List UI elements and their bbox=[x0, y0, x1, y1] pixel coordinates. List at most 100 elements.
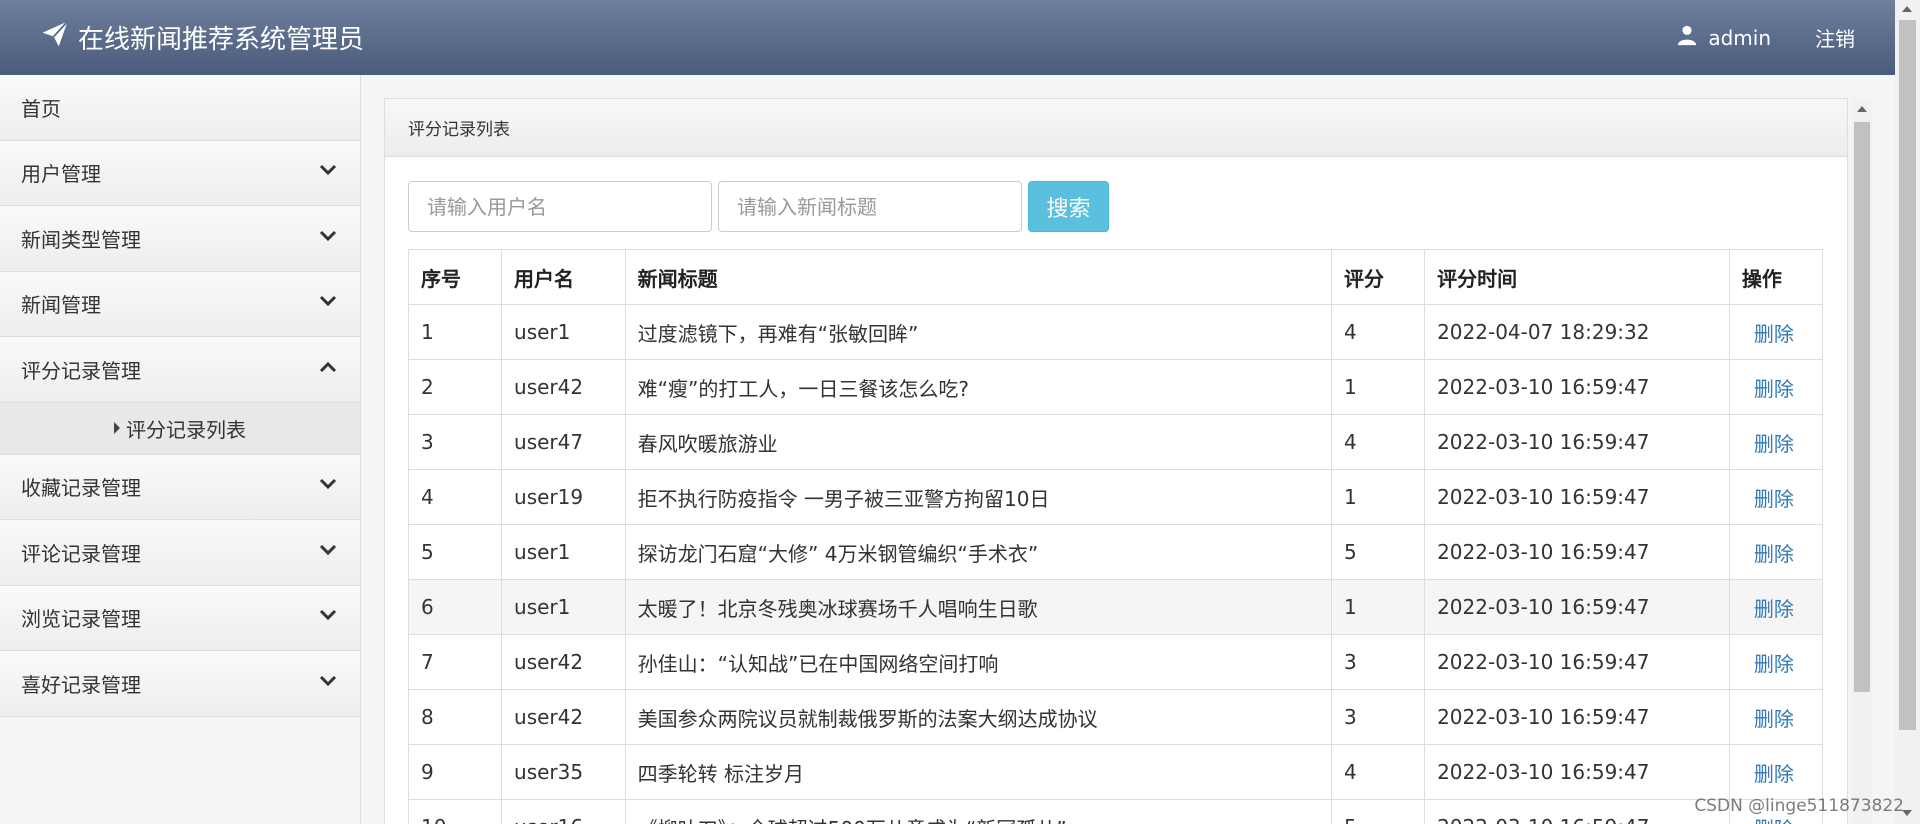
delete-link[interactable]: 删除 bbox=[1728, 689, 1824, 745]
delete-link[interactable]: 删除 bbox=[1728, 524, 1824, 580]
sidebar-item-rating-management[interactable]: 评分记录管理 bbox=[0, 337, 360, 403]
table-row: 10 user16 《柳叶刀》：全球超过500万儿童成为“新冠孤儿” 5 202… bbox=[407, 799, 1824, 824]
column-header-score: 评分 bbox=[1331, 249, 1426, 305]
cell-score: 1 bbox=[1331, 469, 1426, 525]
cell-username: user1 bbox=[501, 304, 626, 360]
cell-news-title: 过度滤镜下，再难有“张敏回眸” bbox=[624, 304, 1333, 360]
sidebar-item-favorite-management[interactable]: 收藏记录管理 bbox=[0, 454, 360, 520]
watermark: CSDN @linge511873822 bbox=[1694, 796, 1904, 816]
delete-link[interactable]: 删除 bbox=[1728, 414, 1824, 470]
cell-index: 9 bbox=[407, 744, 503, 800]
cell-rating-time: 2022-03-10 16:59:47 bbox=[1424, 579, 1730, 635]
sidebar-item-label: 收藏记录管理 bbox=[21, 476, 141, 501]
cell-index: 1 bbox=[407, 304, 503, 360]
sidebar-item-browse-management[interactable]: 浏览记录管理 bbox=[0, 585, 360, 651]
delete-link[interactable]: 删除 bbox=[1728, 304, 1824, 360]
table-row: 9 user35 四季轮转 标注岁月 4 2022-03-10 16:59:47… bbox=[407, 744, 1824, 800]
table-row: 3 user47 春风吹暖旅游业 4 2022-03-10 16:59:47 删… bbox=[407, 414, 1824, 470]
chevron-down-icon bbox=[318, 474, 338, 499]
sidebar-item-home[interactable]: 首页 bbox=[0, 75, 360, 141]
cell-rating-time: 2022-04-07 18:29:32 bbox=[1424, 304, 1730, 360]
cell-username: user1 bbox=[501, 524, 626, 580]
cell-username: user1 bbox=[501, 579, 626, 635]
sidebar-item-preference-management[interactable]: 喜好记录管理 bbox=[0, 651, 360, 717]
table-row: 6 user1 太暖了！北京冬残奥冰球赛场千人唱响生日歌 1 2022-03-1… bbox=[407, 579, 1824, 635]
table-row: 8 user42 美国参众两院议员就制裁俄罗斯的法案大纲达成协议 3 2022-… bbox=[407, 689, 1824, 745]
page-scrollbar[interactable] bbox=[1895, 0, 1920, 824]
table-row: 5 user1 探访龙门石窟“大修” 4万米钢管编织“手术衣” 5 2022-0… bbox=[407, 524, 1824, 580]
current-user-link[interactable]: admin bbox=[1676, 24, 1771, 51]
cell-score: 3 bbox=[1331, 634, 1426, 690]
scroll-up-arrow-icon[interactable] bbox=[1857, 106, 1867, 112]
sidebar-item-label: 浏览记录管理 bbox=[21, 607, 141, 632]
cell-username: user19 bbox=[501, 469, 626, 525]
sidebar-item-user-management[interactable]: 用户管理 bbox=[0, 140, 360, 206]
chevron-down-icon bbox=[318, 671, 338, 696]
cell-rating-time: 2022-03-10 16:59:47 bbox=[1424, 524, 1730, 580]
cell-index: 4 bbox=[407, 469, 503, 525]
sidebar-item-label: 评分记录管理 bbox=[21, 358, 141, 383]
logout-link[interactable]: 注销 bbox=[1815, 23, 1855, 52]
scroll-up-arrow-icon[interactable] bbox=[1902, 6, 1912, 12]
cell-username: user47 bbox=[501, 414, 626, 470]
column-header-username: 用户名 bbox=[501, 249, 626, 305]
scrollbar-thumb[interactable] bbox=[1854, 122, 1870, 692]
delete-link[interactable]: 删除 bbox=[1728, 744, 1824, 800]
cell-rating-time: 2022-03-10 16:59:47 bbox=[1424, 469, 1730, 525]
delete-link[interactable]: 删除 bbox=[1728, 359, 1824, 415]
scrollbar-thumb[interactable] bbox=[1899, 20, 1916, 730]
cell-score: 4 bbox=[1331, 304, 1426, 360]
sidebar-item-label: 新闻类型管理 bbox=[21, 227, 141, 252]
caret-right-icon bbox=[114, 422, 120, 434]
paper-plane-icon bbox=[40, 19, 70, 56]
column-header-news-title: 新闻标题 bbox=[624, 249, 1333, 305]
cell-index: 5 bbox=[407, 524, 503, 580]
brand[interactable]: 在线新闻推荐系统管理员 bbox=[40, 0, 364, 75]
panel-scrollbar[interactable] bbox=[1852, 98, 1872, 824]
cell-score: 1 bbox=[1331, 359, 1426, 415]
username-search-input[interactable] bbox=[408, 181, 712, 232]
cell-news-title: 拒不执行防疫指令 一男子被三亚警方拘留10日 bbox=[624, 469, 1333, 525]
cell-news-title: 探访龙门石窟“大修” 4万米钢管编织“手术衣” bbox=[624, 524, 1333, 580]
cell-index: 6 bbox=[407, 579, 503, 635]
cell-rating-time: 2022-03-10 16:59:47 bbox=[1424, 799, 1730, 824]
delete-link[interactable]: 删除 bbox=[1728, 634, 1824, 690]
cell-username: user35 bbox=[501, 744, 626, 800]
sidebar: 首页 用户管理 新闻类型管理 新闻管理 评分记录管理 评分记录列表 收藏记录管理… bbox=[0, 75, 361, 824]
column-header-actions: 操作 bbox=[1728, 249, 1824, 305]
cell-username: user42 bbox=[501, 689, 626, 745]
sidebar-subitem-rating-list[interactable]: 评分记录列表 bbox=[0, 402, 360, 455]
sidebar-item-comment-management[interactable]: 评论记录管理 bbox=[0, 520, 360, 586]
chevron-up-icon bbox=[318, 357, 338, 382]
cell-username: user42 bbox=[501, 634, 626, 690]
cell-news-title: 太暖了！北京冬残奥冰球赛场千人唱响生日歌 bbox=[624, 579, 1333, 635]
app-title: 在线新闻推荐系统管理员 bbox=[78, 25, 365, 55]
sidebar-item-news-type-management[interactable]: 新闻类型管理 bbox=[0, 206, 360, 272]
cell-news-title: 孙佳山：“认知战”已在中国网络空间打响 bbox=[624, 634, 1333, 690]
table-row: 2 user42 难“瘦”的打工人，一日三餐该怎么吃? 1 2022-03-10… bbox=[407, 359, 1824, 415]
delete-link[interactable]: 删除 bbox=[1728, 469, 1824, 525]
user-area: admin 注销 bbox=[1676, 0, 1855, 75]
column-header-index: 序号 bbox=[407, 249, 503, 305]
search-form: 搜索 bbox=[408, 181, 1109, 232]
user-icon bbox=[1676, 24, 1698, 51]
cell-score: 3 bbox=[1331, 689, 1426, 745]
delete-link[interactable]: 删除 bbox=[1728, 579, 1824, 635]
cell-rating-time: 2022-03-10 16:59:47 bbox=[1424, 634, 1730, 690]
cell-username: user42 bbox=[501, 359, 626, 415]
sidebar-item-label: 喜好记录管理 bbox=[21, 672, 141, 697]
news-title-search-input[interactable] bbox=[718, 181, 1022, 232]
cell-rating-time: 2022-03-10 16:59:47 bbox=[1424, 689, 1730, 745]
cell-score: 4 bbox=[1331, 414, 1426, 470]
chevron-down-icon bbox=[318, 160, 338, 185]
cell-score: 5 bbox=[1331, 524, 1426, 580]
sidebar-item-news-management[interactable]: 新闻管理 bbox=[0, 271, 360, 337]
sidebar-subitem-label: 评分记录列表 bbox=[126, 417, 246, 442]
cell-score: 1 bbox=[1331, 579, 1426, 635]
cell-rating-time: 2022-03-10 16:59:47 bbox=[1424, 359, 1730, 415]
search-button[interactable]: 搜索 bbox=[1028, 181, 1109, 232]
rating-list-panel: 评分记录列表 搜索 序号 用户名 新闻标题 评分 评分时间 操作 1 user1… bbox=[384, 98, 1848, 824]
cell-index: 2 bbox=[407, 359, 503, 415]
top-navbar: 在线新闻推荐系统管理员 admin 注销 bbox=[0, 0, 1895, 75]
chevron-down-icon bbox=[318, 540, 338, 565]
